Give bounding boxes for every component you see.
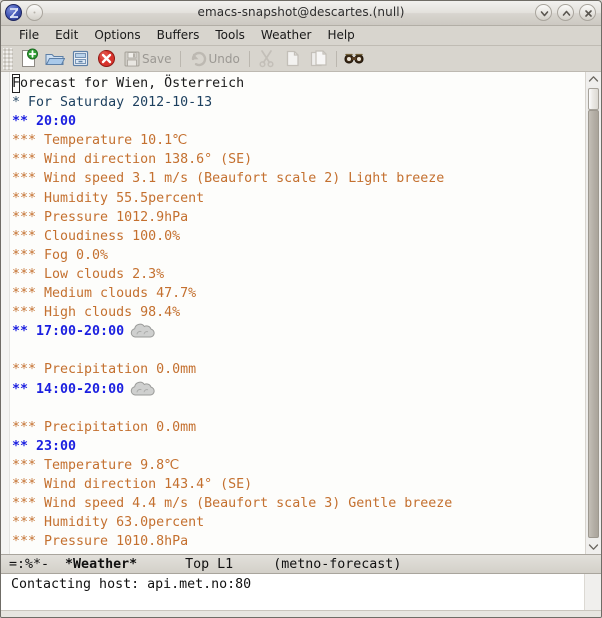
menu-bar: File Edit Options Buffers Tools Weather … [1, 26, 601, 46]
title-bar[interactable]: emacs-snapshot@descartes.(null) [1, 1, 601, 26]
buffer-line: ** 14:00-20:00 [10, 380, 585, 399]
copy-icon [287, 50, 299, 67]
buffer-line-text: orecast for Wien, Österreich [20, 76, 245, 91]
menu-item-options[interactable]: Options [86, 27, 148, 44]
minibuffer-fringe [584, 574, 601, 610]
close-icon [585, 10, 592, 17]
menu-item-buffers[interactable]: Buffers [149, 27, 208, 44]
buffer-line: *** Cloudiness 100.0% [12, 228, 181, 244]
buffer-line: *** Fog 0.0% [12, 247, 109, 263]
buffer-line: *** High clouds 98.4% [12, 305, 181, 321]
chevron-down-icon [540, 11, 549, 17]
toolbar-separator [180, 50, 182, 67]
buffer-line [10, 399, 585, 418]
toolbar-separator-2 [248, 50, 250, 67]
new-file-button[interactable] [15, 47, 41, 71]
buffer-line: * For Saturday 2012-10-13 [12, 95, 213, 111]
minibuffer-message[interactable]: Contacting host: api.met.no:80 [1, 574, 584, 610]
menu-item-tools[interactable]: Tools [207, 27, 253, 44]
buffer-line: *** Low clouds 2.3% [12, 266, 165, 282]
paste-icon [311, 50, 327, 67]
scrollbar-track[interactable] [586, 86, 601, 540]
buffer-line: *** Wind speed 3.1 m/s (Beaufort scale 2… [12, 171, 445, 187]
buffer-line: *** Precipitation 0.0mm [12, 419, 197, 435]
minimize-button[interactable] [535, 4, 552, 21]
buffer-line: *** Wind direction 143.4° (SE) [12, 476, 253, 492]
save-button [119, 47, 145, 71]
chevron-up-icon [562, 10, 571, 16]
save-label: Save [142, 51, 172, 66]
left-fringe [1, 72, 10, 554]
buffer-line: *** Temperature 10.1℃ [12, 133, 188, 149]
text-cursor: F [12, 74, 20, 94]
buffer-line: ** 17:00-20:00 [10, 322, 585, 341]
new-file-icon [21, 48, 38, 67]
buffer-line: *** Pressure 1010.8hPa [12, 534, 189, 550]
buffer-line: *** Humidity 63.0percent [12, 515, 205, 531]
buffer-line: Forecast for Wien, Österreich [10, 74, 585, 94]
undo-label: Undo [208, 51, 240, 66]
buffer-line-text: ** 14:00-20:00 [12, 381, 125, 397]
close-buffer-button[interactable] [93, 47, 119, 71]
paste-button [306, 47, 332, 71]
menu-item-edit[interactable]: Edit [47, 27, 86, 44]
buffer-line-text: ** 17:00-20:00 [12, 324, 125, 340]
buffer-line: *** Precipitation 0.0mm [12, 362, 197, 378]
menu-item-weather[interactable]: Weather [253, 27, 320, 44]
minibuffer-area: Contacting host: api.met.no:80 [1, 574, 601, 610]
window-bottom-edge [1, 610, 601, 617]
mode-line-position: Top L1 [185, 557, 234, 572]
buffer-area: Forecast for Wien, Österreich * For Satu… [1, 72, 601, 554]
menu-item-help[interactable]: Help [319, 27, 362, 44]
cut-button [254, 47, 280, 71]
scroll-down-arrow-icon[interactable] [586, 540, 601, 554]
buffer-line [10, 341, 585, 360]
tool-bar: Save Undo [1, 46, 601, 72]
undo-button [185, 47, 211, 71]
undo-icon [191, 51, 207, 67]
maximize-button[interactable] [557, 4, 574, 21]
buffer-line: *** Temperature 9.8℃ [12, 457, 180, 473]
mode-line-buffer-name[interactable]: *Weather* [65, 557, 137, 572]
window-controls [535, 4, 596, 21]
scrollbar-trough[interactable] [588, 110, 599, 538]
buffer-line: *** Humidity 55.5percent [12, 190, 205, 206]
scrollbar-thumb[interactable] [588, 88, 599, 110]
open-file-icon [45, 54, 65, 65]
mode-line[interactable]: =:%*- *Weather* Top L1 (metno-forecast) [1, 554, 601, 574]
emacs-window: emacs-snapshot@descartes.(null) File Edi… [0, 0, 602, 618]
copy-button [280, 47, 306, 71]
menu-item-file[interactable]: File [11, 27, 47, 44]
close-buffer-icon [97, 50, 115, 67]
open-file-button[interactable] [41, 47, 67, 71]
vertical-scrollbar[interactable] [585, 72, 601, 554]
close-button[interactable] [579, 4, 596, 21]
buffer-line: *** Cloudiness 99.2% [10, 551, 585, 554]
dired-icon [72, 50, 88, 67]
buffer-line: ** 23:00 [12, 438, 77, 454]
save-icon [124, 51, 140, 66]
toolbar-grip[interactable] [3, 47, 13, 70]
mode-line-major-mode[interactable]: (metno-forecast) [273, 557, 401, 572]
cut-icon [259, 50, 274, 68]
scroll-up-arrow-icon[interactable] [586, 72, 601, 86]
weather-buffer-text[interactable]: Forecast for Wien, Österreich * For Satu… [10, 72, 585, 554]
mode-line-prefix: =:%*- [9, 557, 50, 572]
buffer-line: *** Medium clouds 47.7% [12, 286, 197, 302]
buffer-line: *** Wind direction 138.6° (SE) [12, 152, 253, 168]
search-icon [344, 53, 364, 63]
buffer-line: *** Wind speed 4.4 m/s (Beaufort scale 3… [12, 496, 453, 512]
buffer-line: ** 20:00 [12, 114, 77, 130]
dired-button[interactable] [67, 47, 93, 71]
toolbar-separator-3 [335, 50, 337, 67]
search-button[interactable] [341, 47, 367, 71]
buffer-line: *** Pressure 1012.9hPa [12, 209, 189, 225]
window-title: emacs-snapshot@descartes.(null) [197, 5, 405, 19]
